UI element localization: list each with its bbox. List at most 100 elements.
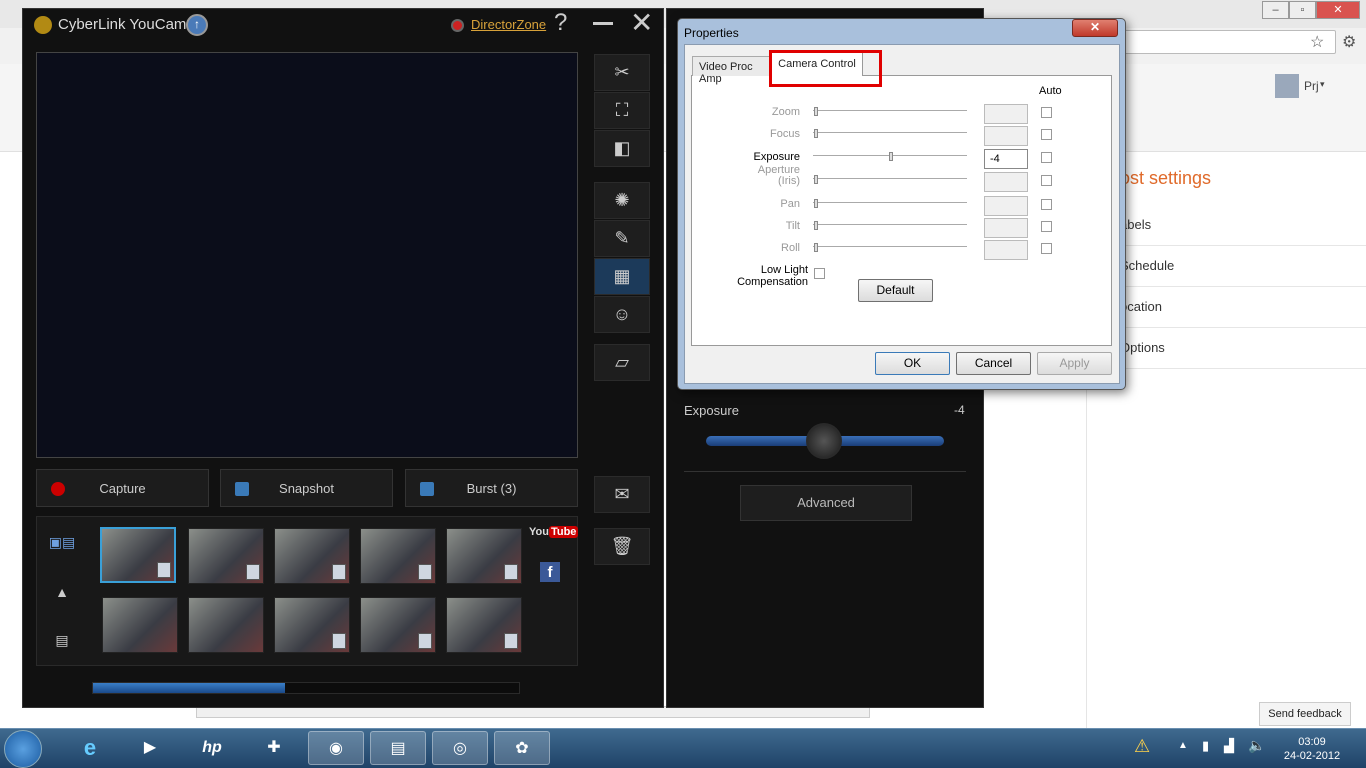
browser-minimize-button[interactable]: – (1262, 1, 1289, 19)
low-light-label: Low Light Compensation (737, 264, 808, 288)
email-button[interactable]: ✉ (594, 476, 650, 513)
auto-checkbox (1041, 175, 1052, 186)
thumbnail[interactable] (100, 527, 176, 583)
control-label: Zoom (771, 106, 800, 118)
clock-time: 03:09 (1298, 736, 1326, 748)
video-icon (246, 564, 260, 580)
start-button[interactable] (4, 730, 42, 768)
camera-settings-button[interactable]: ▦ (594, 258, 650, 295)
tab-video-proc-amp[interactable]: Video Proc Amp (692, 56, 772, 85)
thumbnail[interactable] (446, 597, 522, 653)
user-name[interactable]: Prj (1304, 79, 1319, 93)
app-taskbar-button[interactable]: ✚ (246, 731, 302, 765)
advanced-button[interactable]: Advanced (740, 485, 912, 521)
battery-icon[interactable]: ▮ (1202, 738, 1209, 754)
low-light-checkbox[interactable] (814, 268, 825, 279)
apply-button[interactable]: Apply (1037, 352, 1112, 375)
control-value-field (984, 172, 1028, 192)
network-icon[interactable]: ▟ (1224, 738, 1234, 754)
snapshot-button[interactable]: Snapshot (220, 469, 393, 507)
media-player-taskbar-button[interactable]: ▶ (122, 731, 178, 765)
ie-taskbar-button[interactable]: e (62, 731, 118, 765)
browser-close-button[interactable]: ✕ (1316, 1, 1360, 19)
chrome-icon: ◉ (329, 740, 343, 757)
thumbnail[interactable] (102, 597, 178, 653)
control-slider (813, 202, 967, 205)
fullscreen-button[interactable]: ⛶ (594, 92, 650, 129)
paint-taskbar-button[interactable]: ✿ (494, 731, 550, 765)
post-settings-title: ost settings (1120, 168, 1212, 188)
exposure-value: -4 (954, 403, 965, 417)
video-icon (332, 633, 346, 649)
post-setting-labels[interactable]: abels (1090, 205, 1366, 246)
tab-camera-control[interactable]: Camera Control (771, 52, 863, 76)
thumbnail[interactable] (446, 528, 522, 584)
cancel-button[interactable]: Cancel (956, 352, 1031, 375)
chrome-taskbar-button[interactable]: ◉ (308, 731, 364, 765)
fullscreen-icon: ⛶ (615, 100, 629, 120)
control-value-field[interactable]: -4 (984, 149, 1028, 169)
clock-date: 24-02-2012 (1283, 750, 1341, 762)
control-value-field (984, 218, 1028, 238)
dialog-close-button[interactable]: ✕ (1072, 19, 1118, 37)
videos-tab[interactable]: ▤ (40, 622, 84, 658)
eraser-button[interactable]: ▱ (594, 344, 650, 381)
control-slider-thumb (814, 199, 818, 208)
photos-tab[interactable]: ▲ (40, 574, 84, 610)
camera-icon: ◧ (613, 138, 631, 158)
help-button[interactable]: ? (554, 9, 567, 37)
chevron-down-icon[interactable]: ▾ (1320, 79, 1325, 90)
capture-button[interactable]: Capture (36, 469, 209, 507)
youcam-minimize-button[interactable] (593, 22, 613, 25)
ok-button[interactable]: OK (875, 352, 950, 375)
delete-button[interactable]: 🗑 (594, 528, 650, 565)
surveillance-button[interactable]: ◧ (594, 130, 650, 167)
thumbnail[interactable] (188, 528, 264, 584)
update-arrow-icon[interactable]: ↑ (186, 14, 208, 36)
youcam-taskbar-button[interactable]: ◎ (432, 731, 488, 765)
exposure-slider-knob[interactable] (806, 423, 842, 459)
youcam-icon: ◎ (453, 740, 467, 757)
auto-checkbox[interactable] (1041, 152, 1052, 163)
youcam-close-button[interactable]: ✕ (630, 8, 653, 38)
send-feedback-button[interactable]: Send feedback (1259, 702, 1351, 726)
browser-maximize-button[interactable]: ▫ (1289, 1, 1316, 19)
facebook-upload-button[interactable]: f (540, 562, 560, 582)
avatar[interactable] (1275, 74, 1299, 98)
control-slider (813, 178, 967, 181)
wrench-icon[interactable]: ⚙ (1342, 32, 1356, 52)
camera-preview (36, 52, 578, 458)
thumbnail[interactable] (274, 597, 350, 653)
control-slider-thumb[interactable] (889, 152, 893, 161)
action-center-icon[interactable]: ⚠ (1134, 736, 1150, 757)
clock[interactable]: 03:09 24-02-2012 (1282, 735, 1342, 763)
burst-label: Burst (3) (466, 481, 517, 496)
post-setting-schedule[interactable]: Schedule (1090, 246, 1366, 287)
thumbnail[interactable] (360, 597, 436, 653)
hp-taskbar-button[interactable]: hp (184, 731, 240, 765)
volume-icon[interactable]: 🔈 (1248, 737, 1265, 754)
eraser-icon: ▱ (615, 352, 629, 372)
all-media-tab[interactable]: ▣▤ (40, 524, 84, 560)
auto-column-label: Auto (1039, 85, 1062, 97)
thumbnail[interactable] (274, 528, 350, 584)
draw-button[interactable]: ✎ (594, 220, 650, 257)
face-tracking-button[interactable]: ☺ (594, 296, 650, 333)
show-hidden-icons[interactable]: ▲ (1178, 740, 1188, 751)
dialog-title: Properties (684, 26, 739, 40)
star-icon[interactable]: ☆ (1310, 32, 1324, 52)
explorer-taskbar-button[interactable]: ▤ (370, 731, 426, 765)
control-slider (813, 110, 967, 113)
burst-button[interactable]: Burst (3) (405, 469, 578, 507)
face-add-icon: ☺ (612, 304, 632, 324)
directorzone-link[interactable]: DirectorZone (471, 17, 546, 32)
tools-button[interactable]: ✂ (594, 54, 650, 91)
thumbnail[interactable] (188, 597, 264, 653)
thumbnail[interactable] (360, 528, 436, 584)
effects-button[interactable]: ✺ (594, 182, 650, 219)
post-setting-location[interactable]: ocation (1090, 287, 1366, 328)
default-button[interactable]: Default (858, 279, 933, 302)
address-bar[interactable] (1090, 30, 1336, 54)
post-setting-options[interactable]: Options (1090, 328, 1366, 369)
youtube-upload-button[interactable]: You Tube (529, 526, 579, 542)
